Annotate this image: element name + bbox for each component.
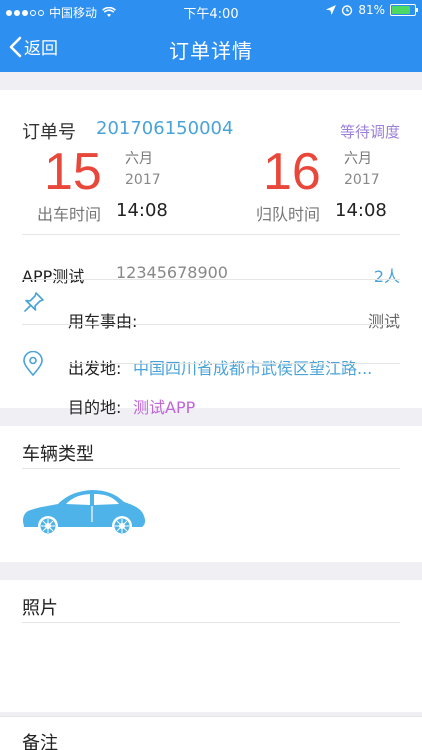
alarm-icon: [342, 5, 353, 16]
divider: [22, 234, 400, 235]
divider: [22, 468, 400, 469]
page-title: 订单详情: [169, 39, 253, 63]
order-card: 订单号 201706150004 等待调度 15 六月 2017 出车时间 14…: [0, 90, 422, 417]
order-no-label: 订单号: [22, 122, 76, 143]
battery-icon: [390, 4, 418, 16]
return-month: 六月: [344, 151, 372, 167]
return-day: 16: [263, 143, 321, 201]
order-number: 201706150004: [96, 118, 234, 139]
nav-bar: 返回 订单详情: [0, 24, 422, 72]
departure-label: 出车时间: [37, 205, 102, 224]
app-header: 中国移动 下午4:00 81% 返回 订单详情: [0, 0, 422, 72]
departure-time: 14:08: [116, 200, 168, 221]
contact-name: APP测试: [22, 267, 85, 286]
departure-month: 六月: [125, 151, 153, 167]
battery-percent: 81%: [358, 3, 385, 17]
photos-card: 照片: [0, 580, 422, 712]
notes-title: 备注: [22, 733, 58, 750]
pin-icon: [24, 292, 44, 312]
location-icon: [23, 351, 43, 377]
divider: [22, 622, 400, 623]
order-status-badge: 等待调度: [339, 123, 400, 141]
return-time: 14:08: [335, 200, 387, 221]
return-label: 归队时间: [256, 205, 321, 224]
status-right: 81%: [326, 3, 418, 17]
reason-label: 用车事由:: [68, 312, 138, 331]
people-count: 2人: [373, 267, 400, 286]
from-label: 出发地:: [68, 359, 122, 378]
photos-title: 照片: [22, 598, 58, 619]
from-address[interactable]: 中国四川省成都市武侯区望江路...: [133, 355, 405, 379]
car-icon[interactable]: [20, 486, 148, 538]
to-address[interactable]: 测试APP: [133, 394, 195, 418]
departure-year: 2017: [125, 172, 161, 188]
vehicle-type-title: 车辆类型: [22, 444, 94, 465]
divider: [68, 363, 400, 364]
notes-card: 备注: [0, 716, 422, 750]
divider: [22, 279, 400, 280]
departure-day: 15: [44, 143, 102, 201]
battery-fill: [392, 6, 410, 14]
return-year: 2017: [344, 172, 380, 188]
reason-value: 测试: [367, 312, 400, 331]
status-bar: 中国移动 下午4:00 81%: [0, 0, 422, 24]
vehicle-card: 车辆类型: [0, 426, 422, 562]
location-arrow-icon: [326, 5, 337, 15]
divider: [22, 324, 400, 325]
to-label: 目的地:: [68, 398, 122, 417]
